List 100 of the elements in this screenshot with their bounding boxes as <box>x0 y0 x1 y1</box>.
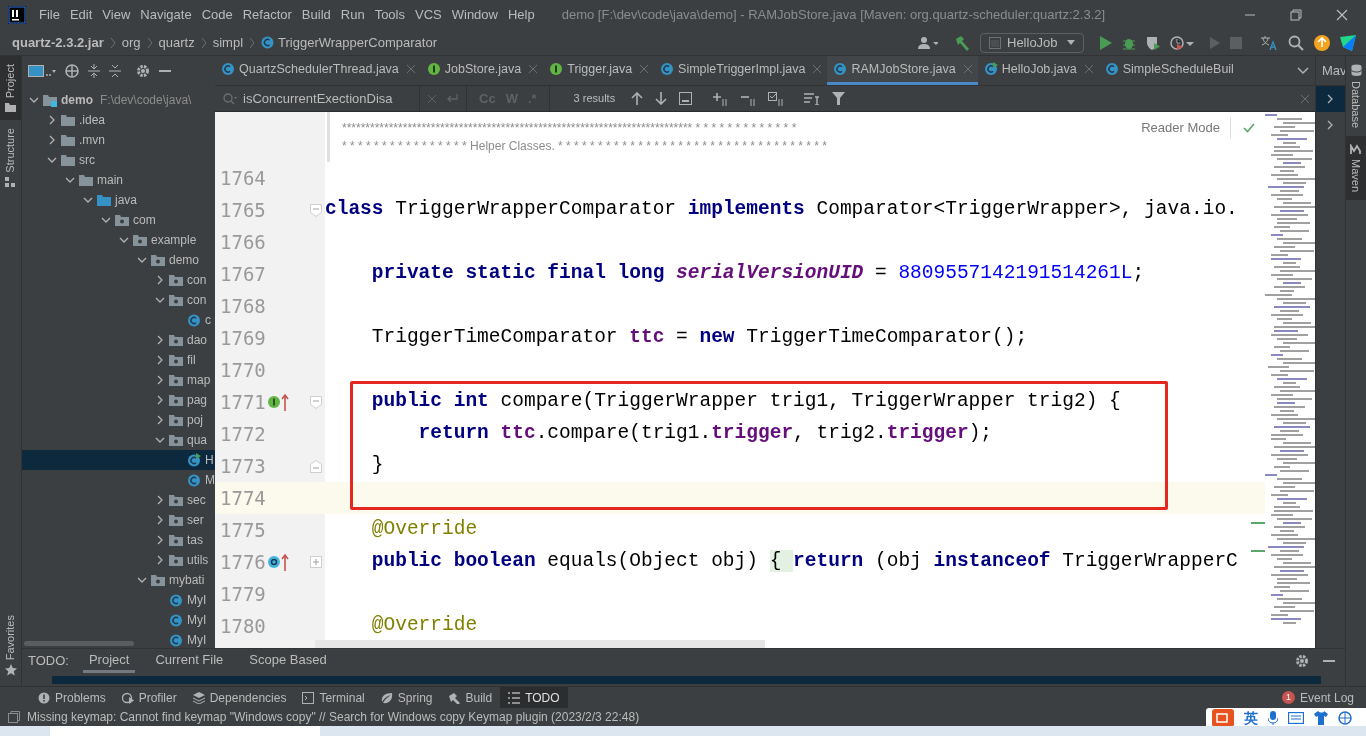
panel-tab[interactable]: Project <box>82 649 136 673</box>
tool-window-button[interactable]: Spring <box>372 687 441 708</box>
tree-item[interactable]: map <box>22 370 215 390</box>
menu-item[interactable]: Navigate <box>135 5 197 25</box>
tree-item[interactable]: pag <box>22 390 215 410</box>
tree-item[interactable]: MyI <box>22 590 215 610</box>
tree-item[interactable]: fil <box>22 350 215 370</box>
tree-item[interactable]: ser <box>22 510 215 530</box>
fold-marker-icon[interactable] <box>310 395 322 409</box>
menu-item[interactable]: File <box>34 5 65 25</box>
unfold-marker-icon[interactable] <box>310 555 322 569</box>
tree-item[interactable]: MyI <box>22 610 215 630</box>
stop-icon[interactable] <box>1230 36 1242 49</box>
event-log-button[interactable]: 1 Event Log <box>1281 687 1354 708</box>
scrollbar-thumb[interactable] <box>315 640 765 648</box>
tree-item[interactable]: src <box>22 150 215 170</box>
search-field[interactable]: isConcurrentExectionDisa <box>215 86 420 111</box>
breadcrumb[interactable]: quartz <box>158 32 195 53</box>
tree-item[interactable]: example <box>22 230 215 250</box>
checklist-icon[interactable] <box>768 91 785 106</box>
panel-view-icon[interactable] <box>28 64 56 78</box>
app-logo-icon[interactable] <box>8 6 26 24</box>
tree-item[interactable]: demo <box>22 250 215 270</box>
editor-tab[interactable]: QuartzSchedulerThread.java <box>215 56 421 85</box>
menu-item[interactable]: Build <box>296 5 336 25</box>
settings-icon[interactable] <box>1295 654 1309 668</box>
collapse-all-icon[interactable] <box>109 64 121 78</box>
tool-window-tab[interactable]: Maven <box>1346 136 1366 201</box>
tree-item[interactable]: mybati <box>22 570 215 590</box>
newline-icon[interactable] <box>446 93 458 104</box>
menu-item[interactable]: View <box>97 5 136 25</box>
breadcrumb[interactable]: quartz-2.3.2.jar <box>12 32 104 53</box>
tool-window-tab[interactable]: Structure <box>0 120 21 195</box>
tree-item[interactable]: utils <box>22 550 215 570</box>
tree-item[interactable]: com <box>22 210 215 230</box>
tool-window-button[interactable]: Build <box>440 687 501 708</box>
menu-item[interactable]: Run <box>335 5 370 25</box>
tree-item[interactable]: java <box>22 190 215 210</box>
breadcrumb[interactable]: simpl <box>212 32 244 53</box>
tool-window-tab[interactable]: Project <box>0 56 21 121</box>
arrow-down-icon[interactable] <box>655 92 668 105</box>
tree-item[interactable]: sec <box>22 490 215 510</box>
panel-tab[interactable]: Current File <box>149 649 230 673</box>
menu-item[interactable]: Edit <box>64 5 98 25</box>
fold-marker-icon[interactable] <box>310 203 322 217</box>
tree-item[interactable]: .mvn <box>22 130 215 150</box>
tool-window-button[interactable]: Terminal <box>294 687 373 708</box>
arrow-up-icon[interactable] <box>631 92 644 105</box>
menu-item[interactable]: VCS <box>410 5 447 25</box>
tree-item[interactable]: con <box>22 290 215 310</box>
tree-item[interactable]: qua <box>22 430 215 450</box>
tree-item[interactable]: H <box>22 450 215 470</box>
breadcrumb[interactable]: org <box>121 32 141 53</box>
language-indicator[interactable]: 英 <box>1244 707 1258 729</box>
hammer-icon[interactable] <box>954 34 970 51</box>
tree-item[interactable]: MyI <box>22 630 215 648</box>
panel-toggle-icon[interactable] <box>8 711 20 723</box>
expand-all-icon[interactable] <box>88 64 100 78</box>
menu-item[interactable]: Refactor <box>237 5 297 25</box>
tree-item[interactable]: dao <box>22 330 215 350</box>
reader-mode-link[interactable]: Reader Mode <box>1141 118 1231 138</box>
menu-item[interactable]: Help <box>502 5 540 25</box>
tool-window-button[interactable]: TODO <box>500 687 568 708</box>
search-icon[interactable] <box>1288 34 1304 51</box>
tree-item[interactable]: tas <box>22 530 215 550</box>
editor-tab[interactable]: HelloJob.java <box>977 56 1099 85</box>
update-icon[interactable] <box>1314 34 1330 51</box>
filter-icon[interactable] <box>832 92 846 105</box>
translate-icon[interactable] <box>1260 34 1278 51</box>
tool-window-tab[interactable]: Favorites <box>0 614 21 686</box>
menu-item[interactable]: Tools <box>369 5 410 25</box>
tree-item[interactable]: M <box>22 470 215 490</box>
tree-item[interactable]: demo F:\dev\code\java\ <box>22 90 215 110</box>
overrides-marker-icon[interactable] <box>267 552 289 572</box>
shield-icon[interactable] <box>1146 35 1160 50</box>
tool-window-button[interactable]: Dependencies <box>184 687 295 708</box>
editor-tab[interactable]: SimpleScheduleBuil <box>1098 56 1240 85</box>
user-icon[interactable] <box>918 35 938 50</box>
run-icon[interactable] <box>1210 36 1220 49</box>
run-configuration-dropdown[interactable]: HelloJob <box>980 32 1084 53</box>
tree-item[interactable]: .idea <box>22 110 215 130</box>
tool-window-button[interactable]: Profiler <box>113 687 185 708</box>
clock-run-icon[interactable] <box>1170 35 1194 50</box>
tool-window-button[interactable]: Problems <box>30 687 114 708</box>
filter-lines-icon[interactable] <box>804 92 821 105</box>
restore-icon[interactable] <box>1290 9 1302 21</box>
menu-item[interactable]: Code <box>196 5 238 25</box>
editor-tab[interactable]: JobStore.java <box>420 56 544 85</box>
run-icon[interactable] <box>1100 35 1112 50</box>
tree-item[interactable] <box>1316 86 1345 112</box>
tree-item[interactable]: con <box>22 270 215 290</box>
editor-tab[interactable]: Trigger.java <box>543 56 655 85</box>
menu-item[interactable]: Window <box>446 5 503 25</box>
locate-icon[interactable] <box>65 64 79 78</box>
tree-item[interactable]: poj <box>22 410 215 430</box>
implements-marker-icon[interactable] <box>267 392 289 412</box>
add-occurrence-icon[interactable] <box>712 91 729 106</box>
scrollbar-thumb[interactable] <box>24 641 134 646</box>
chevron-down-icon[interactable] <box>1297 66 1309 75</box>
plugin-logo-icon[interactable] <box>1340 34 1356 51</box>
